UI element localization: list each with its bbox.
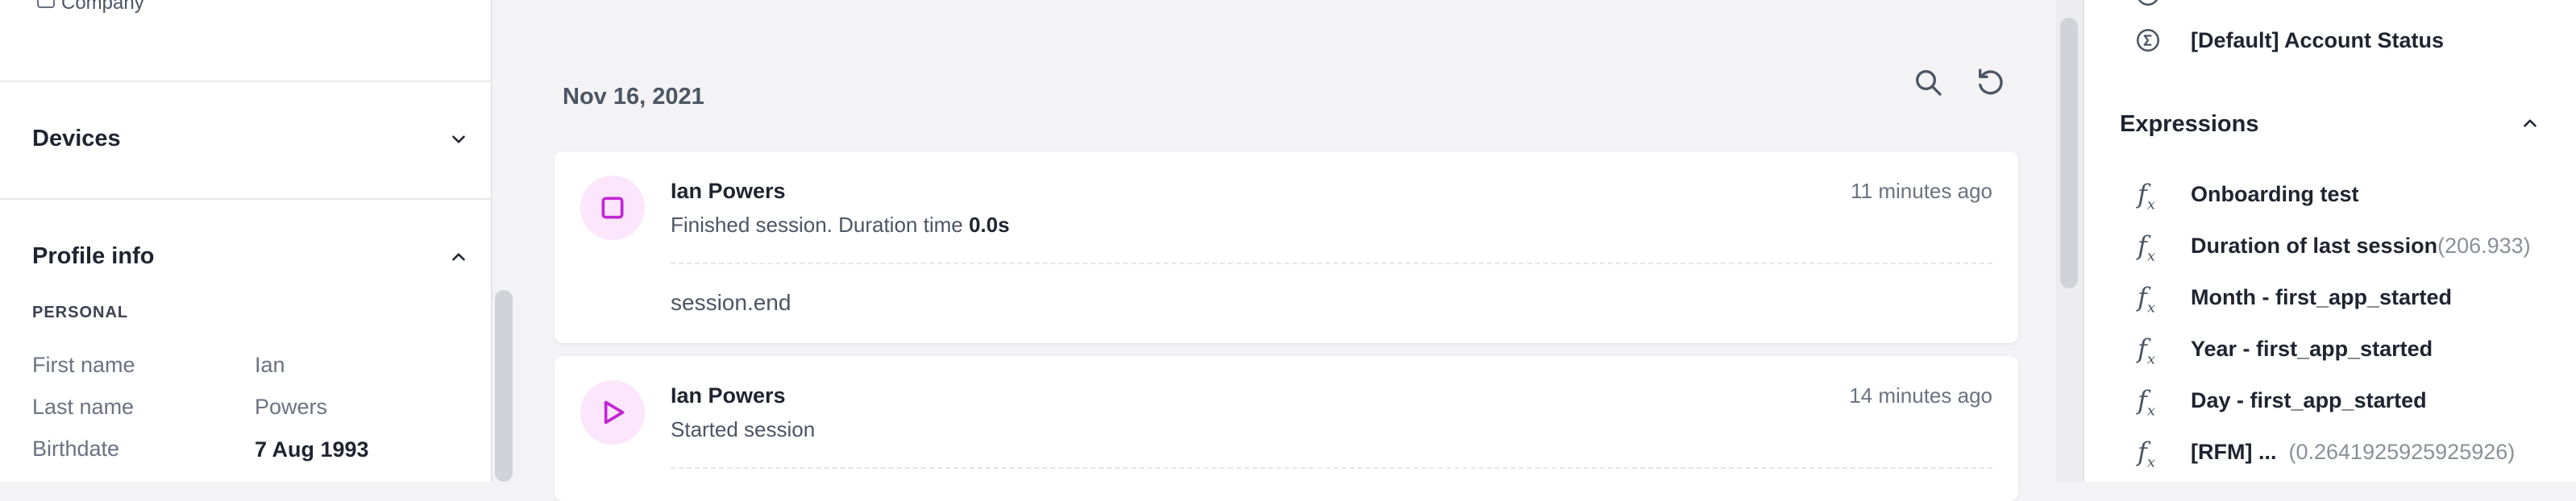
event-duration-value: 0.0s bbox=[968, 213, 1010, 237]
event-icon-circle bbox=[580, 380, 645, 445]
birthdate-value: 7 Aug 1993 bbox=[255, 437, 369, 462]
expression-label: Month - first_app_started bbox=[2191, 285, 2453, 309]
expression-label: [RFM] ... bbox=[2191, 440, 2277, 464]
event-divider bbox=[671, 467, 1992, 469]
timeline-date: Nov 16, 2021 bbox=[563, 84, 704, 110]
function-icon: fx bbox=[2138, 385, 2155, 420]
expression-value: (0.2641925925925926) bbox=[2288, 440, 2516, 464]
play-icon bbox=[604, 400, 625, 424]
left-sidebar: Company Devices Profile info PERSONAL Fi… bbox=[0, 0, 492, 482]
expression-item[interactable]: Year - first_app_started bbox=[2191, 337, 2433, 362]
function-icon: fx bbox=[2138, 282, 2155, 317]
first-name-value: Ian bbox=[255, 353, 285, 377]
left-scrollbar[interactable] bbox=[495, 290, 513, 482]
refresh-icon[interactable] bbox=[1975, 66, 2007, 98]
function-icon: fx bbox=[2138, 333, 2155, 368]
search-icon[interactable] bbox=[1912, 66, 1944, 98]
stop-square-icon bbox=[601, 197, 624, 219]
divider bbox=[0, 81, 491, 82]
event-user-name: Ian Powers bbox=[671, 179, 786, 203]
birthdate-label: Birthdate bbox=[32, 437, 120, 461]
event-description: Finished session. Duration time 0.0s bbox=[671, 213, 1010, 238]
event-user-name: Ian Powers bbox=[671, 383, 786, 408]
expression-item[interactable]: [RFM] ... (0.2641925925925926) bbox=[2191, 440, 2515, 465]
divider bbox=[0, 198, 491, 200]
event-icon-circle bbox=[580, 176, 645, 240]
devices-title[interactable]: Devices bbox=[32, 126, 121, 152]
company-checkbox-label: Company bbox=[61, 0, 144, 14]
first-name-label: First name bbox=[32, 353, 135, 377]
timeline-event-card[interactable]: Ian Powers Finished session. Duration ti… bbox=[555, 151, 2018, 343]
chevron-up-icon[interactable] bbox=[448, 246, 469, 267]
sigma-circle-icon bbox=[2134, 27, 2162, 54]
chevron-down-icon[interactable] bbox=[448, 129, 469, 150]
expression-item[interactable]: Duration of last session(206.933) bbox=[2191, 234, 2531, 259]
timeline-event-card[interactable]: Ian Powers Started session 14 minutes ag… bbox=[555, 356, 2018, 501]
right-panel: [Default] Account Status Expressions fx … bbox=[2083, 0, 2576, 482]
personal-section-label: PERSONAL bbox=[32, 304, 129, 321]
last-name-value: Powers bbox=[255, 395, 328, 419]
event-divider bbox=[671, 263, 1992, 264]
expression-item[interactable]: Day - first_app_started bbox=[2191, 388, 2427, 413]
event-time: 11 minutes ago bbox=[1851, 179, 1992, 203]
function-icon: fx bbox=[2138, 230, 2155, 265]
expression-value: (206.933) bbox=[2437, 234, 2531, 258]
event-description: Started session bbox=[671, 417, 816, 441]
last-name-label: Last name bbox=[32, 395, 135, 419]
expression-label: Day - first_app_started bbox=[2191, 388, 2427, 412]
function-icon: fx bbox=[2138, 437, 2155, 471]
expression-label: Duration of last session bbox=[2191, 234, 2438, 258]
profile-info-title[interactable]: Profile info bbox=[32, 243, 154, 270]
account-status-item[interactable]: [Default] Account Status bbox=[2191, 28, 2444, 53]
event-description-text: Finished session. Duration time bbox=[671, 213, 963, 237]
function-icon: fx bbox=[2138, 179, 2155, 213]
center-scrollbar[interactable] bbox=[2060, 18, 2078, 288]
event-time: 14 minutes ago bbox=[1849, 383, 1992, 408]
event-name: session.end bbox=[671, 290, 791, 315]
chevron-up-icon[interactable] bbox=[2520, 113, 2541, 134]
sigma-circle-icon bbox=[2134, 0, 2162, 8]
company-checkbox[interactable] bbox=[37, 0, 55, 8]
expression-item[interactable]: Month - first_app_started bbox=[2191, 285, 2452, 310]
expression-item[interactable]: Onboarding test bbox=[2191, 182, 2359, 207]
expressions-title[interactable]: Expressions bbox=[2120, 111, 2258, 138]
expression-label: Year - first_app_started bbox=[2191, 337, 2433, 361]
expression-label: Onboarding test bbox=[2191, 182, 2359, 206]
